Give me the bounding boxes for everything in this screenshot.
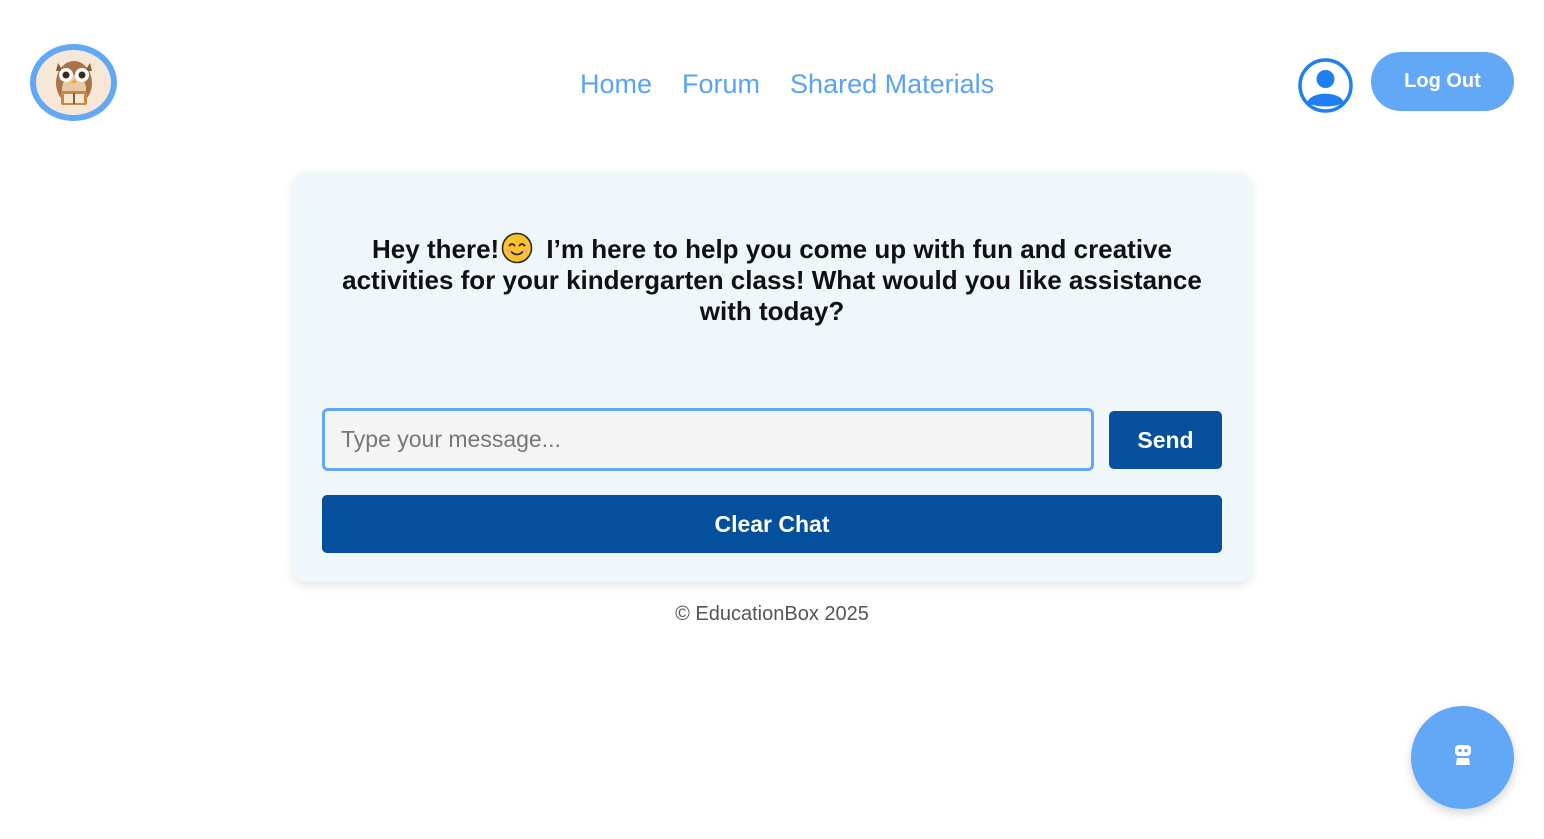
assistant-greeting: Hey there! I’m here to help you come up … <box>322 232 1222 327</box>
main-nav: Home Forum Shared Materials <box>580 67 994 101</box>
logout-button[interactable]: Log Out <box>1371 52 1514 111</box>
send-button[interactable]: Send <box>1109 411 1222 469</box>
chat-panel: Hey there! I’m here to help you come up … <box>292 172 1252 582</box>
message-input[interactable] <box>322 408 1094 471</box>
greeting-text-start: Hey there! <box>372 234 500 264</box>
nav-forum-link[interactable]: Forum <box>682 67 760 101</box>
owl-reading-book-icon <box>36 50 111 115</box>
nav-home-link[interactable]: Home <box>580 67 652 101</box>
clear-chat-button[interactable]: Clear Chat <box>322 495 1222 553</box>
site-header: Home Forum Shared Materials Log Out <box>0 0 1544 150</box>
chatbot-toggle-button[interactable] <box>1411 706 1514 809</box>
user-avatar-icon[interactable] <box>1298 58 1353 113</box>
site-logo[interactable] <box>30 44 117 121</box>
smiling-face-icon <box>501 232 533 264</box>
footer-copyright: © EducationBox 2025 <box>675 603 869 625</box>
nav-shared-materials-link[interactable]: Shared Materials <box>790 67 994 101</box>
robot-icon <box>1453 744 1473 771</box>
